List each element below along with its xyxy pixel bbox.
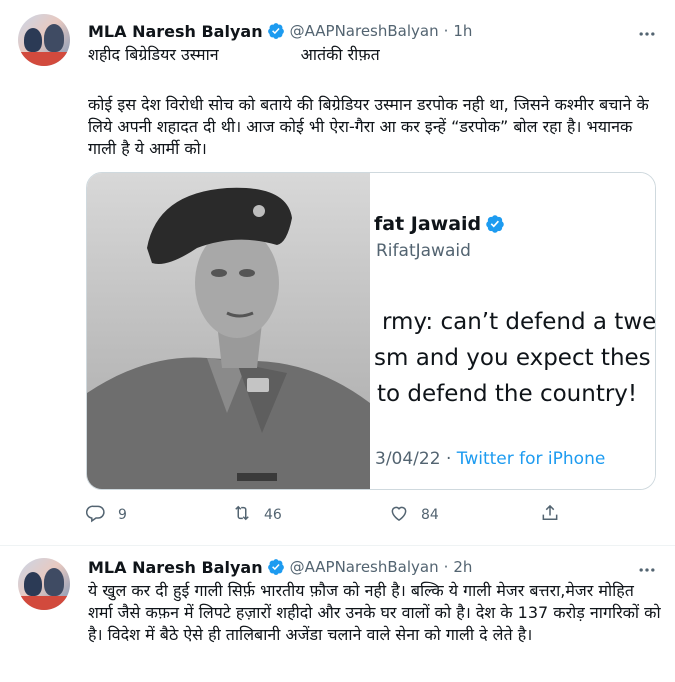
embedded-text-line: rmy: can’t defend a twe <box>382 309 655 335</box>
timestamp[interactable]: 1h <box>453 22 472 40</box>
timestamp[interactable]: 2h <box>453 558 472 576</box>
tweet-text: कोई इस देश विरोधी सोच को बताये की बिग्रे… <box>88 95 649 158</box>
embedded-tweet-screenshot: fat Jawaid RifatJawaid rmy: can’t defend… <box>370 173 655 489</box>
verified-badge-icon <box>267 558 285 576</box>
tweet[interactable]: MLA Naresh Balyan @AAPNareshBalyan · 1h … <box>0 0 675 546</box>
soldier-photo[interactable] <box>87 173 370 489</box>
embedded-text-line: sm and you expect thes <box>374 345 651 371</box>
share-icon <box>540 503 572 527</box>
like-icon <box>389 503 421 527</box>
tweet-header: MLA Naresh Balyan @AAPNareshBalyan · 2h <box>88 556 472 578</box>
embedded-meta: 3/04/22 · Twitter for iPhone <box>375 449 606 469</box>
separator: · <box>443 558 449 576</box>
like-button[interactable]: 84 <box>389 503 439 527</box>
author-handle[interactable]: @AAPNareshBalyan <box>290 558 439 576</box>
author-handle[interactable]: @AAPNareshBalyan <box>290 22 439 40</box>
reply-icon <box>86 503 118 527</box>
embedded-handle: RifatJawaid <box>376 241 471 261</box>
caption-right: आतंकी रीफ़त <box>300 45 380 64</box>
caption-left: शहीद बिग्रेडियर उस्मान <box>88 45 219 64</box>
tweet-media[interactable]: fat Jawaid RifatJawaid rmy: can’t defend… <box>86 172 656 490</box>
embedded-date: 3/04/22 <box>375 449 441 469</box>
verified-badge-icon <box>267 22 285 40</box>
tweet-header: MLA Naresh Balyan @AAPNareshBalyan · 1h <box>88 20 472 42</box>
verified-badge-icon <box>485 214 505 234</box>
separator: · <box>443 22 449 40</box>
tweet-text: ये खुल कर दी हुई गाली सिर्फ़ भारतीय फ़ौज… <box>88 581 661 644</box>
share-button[interactable] <box>540 503 572 527</box>
embedded-author: fat Jawaid <box>374 213 510 235</box>
tweet-actions: 9 46 84 <box>86 503 566 527</box>
reply-count: 9 <box>118 507 127 523</box>
reply-button[interactable]: 9 <box>86 503 127 527</box>
tweet[interactable]: MLA Naresh Balyan @AAPNareshBalyan · 2h … <box>0 546 675 682</box>
author-name[interactable]: MLA Naresh Balyan <box>88 22 263 41</box>
embedded-text-line: to defend the country! <box>377 381 638 407</box>
embedded-source: Twitter for iPhone <box>456 449 606 469</box>
tweet-caption: शहीद बिग्रेडियर उस्मान आतंकी रीफ़त <box>88 44 658 66</box>
like-count: 84 <box>421 507 439 523</box>
retweet-icon <box>232 503 264 527</box>
avatar[interactable] <box>18 558 70 610</box>
retweet-count: 46 <box>264 507 282 523</box>
retweet-button[interactable]: 46 <box>232 503 282 527</box>
avatar[interactable] <box>18 14 70 66</box>
author-name[interactable]: MLA Naresh Balyan <box>88 558 263 577</box>
